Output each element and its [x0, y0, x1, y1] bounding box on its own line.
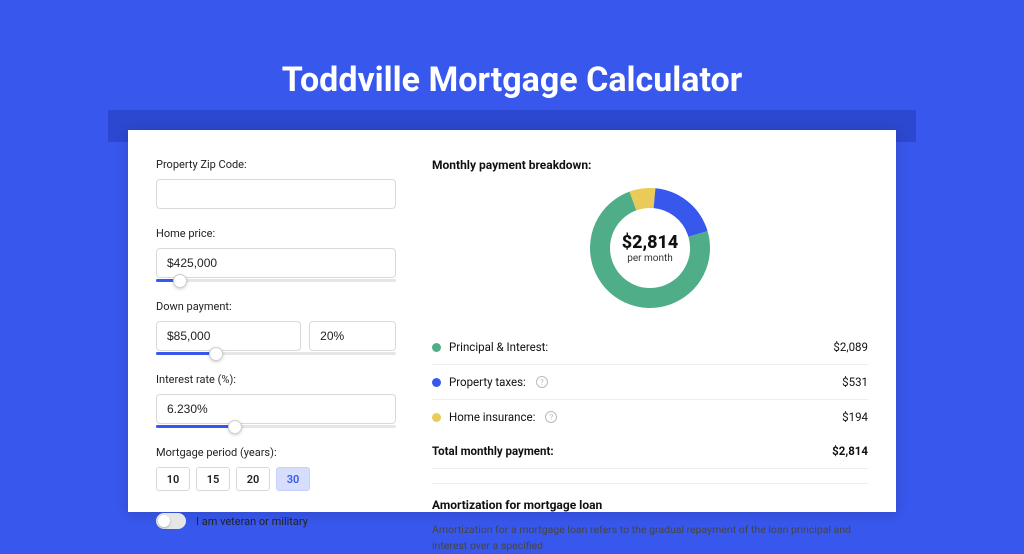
price-slider[interactable]	[156, 279, 396, 282]
veteran-toggle[interactable]	[156, 513, 186, 529]
period-field: Mortgage period (years): 10152030	[156, 446, 396, 491]
down-payment-label: Down payment:	[156, 300, 396, 313]
legend-dot	[432, 378, 441, 387]
breakdown-value: $531	[842, 375, 868, 389]
donut-chart: $2,814 per month	[588, 186, 712, 310]
page-title: Toddville Mortgage Calculator	[0, 0, 1024, 100]
breakdown-row: Property taxes:? $531	[432, 365, 868, 400]
breakdown-column: Monthly payment breakdown: $2,814 per mo…	[432, 158, 868, 512]
total-value: $2,814	[832, 444, 868, 458]
donut-center-value: $2,814	[622, 232, 679, 253]
breakdown-value: $194	[842, 410, 868, 424]
price-field: Home price:	[156, 227, 396, 282]
breakdown-value: $2,089	[833, 340, 868, 354]
info-icon[interactable]: ?	[545, 411, 557, 423]
down-payment-field: Down payment:	[156, 300, 396, 355]
info-icon[interactable]: ?	[536, 376, 548, 388]
period-option-15[interactable]: 15	[196, 467, 230, 491]
breakdown-label: Home insurance:	[449, 410, 535, 424]
total-label: Total monthly payment:	[432, 444, 554, 458]
breakdown-label: Property taxes:	[449, 375, 526, 389]
zip-field: Property Zip Code:	[156, 158, 396, 209]
price-input[interactable]	[156, 248, 396, 278]
rate-label: Interest rate (%):	[156, 373, 396, 386]
price-label: Home price:	[156, 227, 396, 240]
rate-input[interactable]	[156, 394, 396, 424]
veteran-row: I am veteran or military	[156, 513, 396, 529]
donut-chart-wrap: $2,814 per month	[432, 186, 868, 310]
period-option-30[interactable]: 30	[276, 467, 310, 491]
breakdown-heading: Monthly payment breakdown:	[432, 158, 868, 172]
amortization-text: Amortization for a mortgage loan refers …	[432, 522, 868, 554]
period-option-10[interactable]: 10	[156, 467, 190, 491]
legend-dot	[432, 343, 441, 352]
breakdown-row: Home insurance:? $194	[432, 400, 868, 434]
down-payment-slider[interactable]	[156, 352, 396, 355]
legend-dot	[432, 413, 441, 422]
zip-label: Property Zip Code:	[156, 158, 396, 171]
rate-field: Interest rate (%):	[156, 373, 396, 428]
breakdown-row: Principal & Interest: $2,089	[432, 330, 868, 365]
period-label: Mortgage period (years):	[156, 446, 396, 459]
calculator-card: Property Zip Code: Home price: Down paym…	[128, 130, 896, 512]
veteran-label: I am veteran or military	[196, 515, 308, 528]
rate-slider[interactable]	[156, 425, 396, 428]
total-row: Total monthly payment: $2,814	[432, 434, 868, 469]
amortization-title: Amortization for mortgage loan	[432, 498, 868, 512]
donut-center-caption: per month	[627, 253, 673, 264]
down-payment-percent-input[interactable]	[309, 321, 396, 351]
period-option-20[interactable]: 20	[236, 467, 270, 491]
inputs-column: Property Zip Code: Home price: Down paym…	[156, 158, 396, 512]
breakdown-label: Principal & Interest:	[449, 340, 548, 354]
amortization-section: Amortization for mortgage loan Amortizat…	[432, 483, 868, 554]
zip-input[interactable]	[156, 179, 396, 209]
down-payment-amount-input[interactable]	[156, 321, 301, 351]
breakdown-list: Principal & Interest: $2,089 Property taxe…	[432, 330, 868, 434]
